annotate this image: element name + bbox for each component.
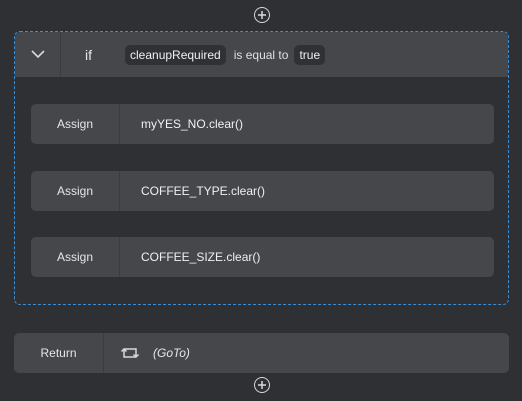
condition-variable-chip[interactable]: cleanupRequired: [125, 44, 226, 65]
plus-icon: [258, 381, 266, 389]
statement-kind: Assign: [31, 237, 120, 277]
collapse-toggle[interactable]: [15, 32, 61, 77]
add-step-button-top[interactable]: [254, 7, 270, 23]
if-keyword: if: [85, 46, 92, 63]
statement-expression[interactable]: COFFEE_SIZE.clear(): [141, 250, 260, 264]
condition-operator[interactable]: is equal to: [234, 48, 289, 62]
statement-row[interactable]: Assign COFFEE_TYPE.clear(): [31, 171, 494, 211]
statement-row[interactable]: Assign COFFEE_SIZE.clear(): [31, 237, 494, 277]
goto-label[interactable]: (GoTo): [153, 346, 190, 360]
plus-icon: [258, 11, 266, 19]
return-row[interactable]: Return (GoTo): [14, 333, 509, 373]
condition-value-chip[interactable]: true: [294, 44, 326, 65]
if-header[interactable]: if cleanupRequired is equal to true: [15, 32, 508, 77]
add-step-button-bottom[interactable]: [254, 377, 270, 393]
statement-kind: Assign: [31, 171, 120, 211]
statement-kind: Assign: [31, 104, 120, 144]
return-kind: Return: [14, 333, 104, 373]
if-block[interactable]: if cleanupRequired is equal to true Assi…: [14, 31, 509, 305]
statement-row[interactable]: Assign myYES_NO.clear(): [31, 104, 494, 144]
statement-expression[interactable]: COFFEE_TYPE.clear(): [141, 184, 265, 198]
goto-loop-icon: [120, 347, 140, 359]
flow-canvas: if cleanupRequired is equal to true Assi…: [0, 0, 522, 401]
statement-expression[interactable]: myYES_NO.clear(): [141, 117, 243, 131]
chevron-down-icon: [30, 50, 45, 59]
